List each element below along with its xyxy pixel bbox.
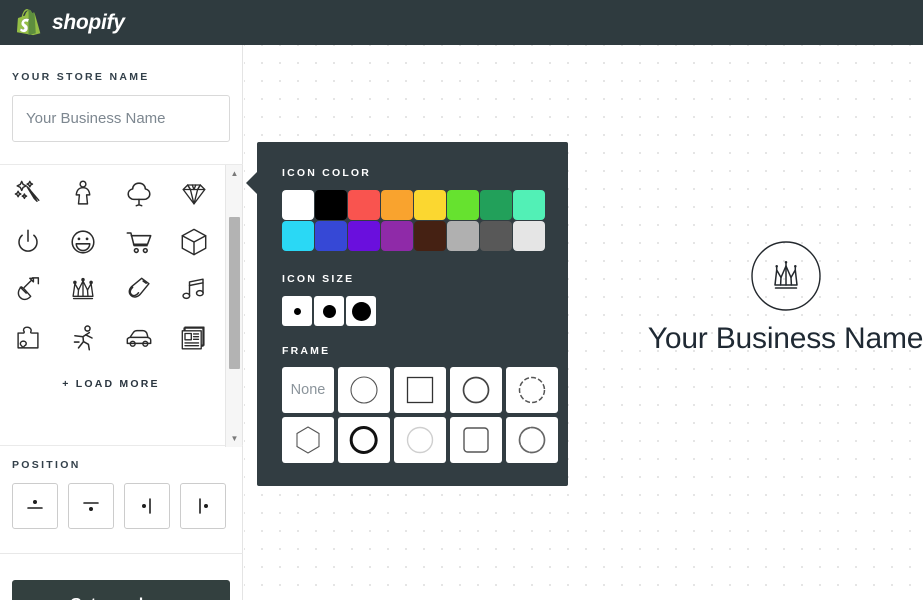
position-icon-below-text[interactable]: [68, 483, 114, 529]
icon-picker: + LOAD MORE ▲ ▼: [0, 164, 243, 447]
position-section: POSITION: [0, 459, 243, 529]
store-name-section: YOUR STORE NAME: [0, 45, 242, 142]
color-swatch-dark-gray[interactable]: [480, 221, 512, 251]
diamond-icon[interactable]: [167, 171, 223, 217]
icon-size-label: ICON SIZE: [282, 273, 355, 285]
left-sidebar: YOUR STORE NAME Your Business Name + LOA…: [0, 45, 243, 600]
crown-icon[interactable]: [56, 267, 112, 313]
color-swatch-light-gray[interactable]: [447, 221, 479, 251]
icon-grid-scrollbar[interactable]: ▲ ▼: [225, 165, 242, 447]
scrollbar-thumb[interactable]: [229, 217, 240, 369]
color-swatch-mint[interactable]: [513, 190, 545, 220]
logo-canvas: ICON COLOR ICON SIZE FRAME None Your Bus…: [244, 45, 923, 600]
sock-icon[interactable]: [111, 267, 167, 313]
color-swatch-black[interactable]: [315, 190, 347, 220]
color-swatch-yellow[interactable]: [414, 190, 446, 220]
brand-name-label: shopify: [52, 10, 125, 34]
smiley-face-icon[interactable]: [56, 219, 112, 265]
frame-none[interactable]: None: [282, 367, 334, 413]
frame-label: FRAME: [282, 345, 331, 357]
shopify-brand[interactable]: shopify: [17, 8, 125, 37]
color-swatch-lime[interactable]: [447, 190, 479, 220]
preview-business-name: Your Business Name: [647, 322, 923, 355]
frame-circle-brush-thick[interactable]: [338, 417, 390, 463]
color-swatch-green[interactable]: [480, 190, 512, 220]
frame-none-label: None: [290, 382, 326, 398]
color-swatch-orange[interactable]: [381, 190, 413, 220]
get-your-logo-button[interactable]: Get your logo: [12, 580, 230, 600]
store-name-input[interactable]: [12, 95, 230, 142]
panel-pointer-arrow: [246, 172, 257, 194]
position-icon-left-of-text[interactable]: [124, 483, 170, 529]
shovel-icon[interactable]: [0, 267, 56, 313]
frame-hexagon[interactable]: [282, 417, 334, 463]
color-swatch-red[interactable]: [348, 190, 380, 220]
frame-square-thin[interactable]: [394, 367, 446, 413]
color-swatch-cyan[interactable]: [282, 221, 314, 251]
position-label: POSITION: [12, 459, 81, 471]
app-header: shopify: [0, 0, 923, 45]
scroll-down-icon[interactable]: ▼: [226, 430, 243, 447]
frame-options: None: [282, 367, 568, 463]
icon-color-swatches: [282, 190, 568, 251]
shopping-cart-icon[interactable]: [111, 219, 167, 265]
position-options: [12, 483, 231, 529]
color-swatch-purple[interactable]: [381, 221, 413, 251]
shopify-bag-icon: [17, 8, 41, 35]
power-button-icon[interactable]: [0, 219, 56, 265]
color-swatch-white[interactable]: [282, 190, 314, 220]
person-figure-icon[interactable]: [56, 171, 112, 217]
color-swatch-violet[interactable]: [348, 221, 380, 251]
icon-options-panel: ICON COLOR ICON SIZE FRAME None: [246, 142, 568, 486]
icon-size-small[interactable]: [282, 296, 312, 326]
cube-box-icon[interactable]: [167, 219, 223, 265]
logo-preview[interactable]: Your Business Name: [648, 240, 923, 405]
icon-color-label: ICON COLOR: [282, 167, 372, 179]
magic-wand-icon[interactable]: [0, 171, 56, 217]
position-icon-above-text[interactable]: [12, 483, 58, 529]
running-person-icon[interactable]: [56, 315, 112, 361]
store-name-label: YOUR STORE NAME: [12, 71, 150, 83]
color-swatch-off-white[interactable]: [513, 221, 545, 251]
frame-circle-thin[interactable]: [338, 367, 390, 413]
load-more-button[interactable]: + LOAD MORE: [0, 378, 222, 390]
position-icon-right-of-text[interactable]: [180, 483, 226, 529]
logo-maker-app: shopify YOUR STORE NAME Your Business Na…: [0, 0, 923, 600]
frame-circle-sketch[interactable]: [506, 417, 558, 463]
color-swatch-blue[interactable]: [315, 221, 347, 251]
music-note-icon[interactable]: [167, 267, 223, 313]
icon-grid: [0, 171, 222, 361]
frame-rounded-square[interactable]: [450, 417, 502, 463]
frame-circle-light[interactable]: [394, 417, 446, 463]
newspaper-stack-icon[interactable]: [167, 315, 223, 361]
color-swatch-brown[interactable]: [414, 221, 446, 251]
scroll-up-icon[interactable]: ▲: [226, 165, 243, 182]
tree-clover-icon[interactable]: [111, 171, 167, 217]
frame-circle-dashed[interactable]: [506, 367, 558, 413]
icon-size-options: [282, 296, 568, 326]
frame-circle-medium[interactable]: [450, 367, 502, 413]
crown-in-circle-icon: [750, 241, 821, 311]
icon-size-large[interactable]: [346, 296, 376, 326]
icon-size-medium[interactable]: [314, 296, 344, 326]
sidebar-divider: [0, 553, 243, 554]
car-icon[interactable]: [111, 315, 167, 361]
puzzle-piece-icon[interactable]: [0, 315, 56, 361]
